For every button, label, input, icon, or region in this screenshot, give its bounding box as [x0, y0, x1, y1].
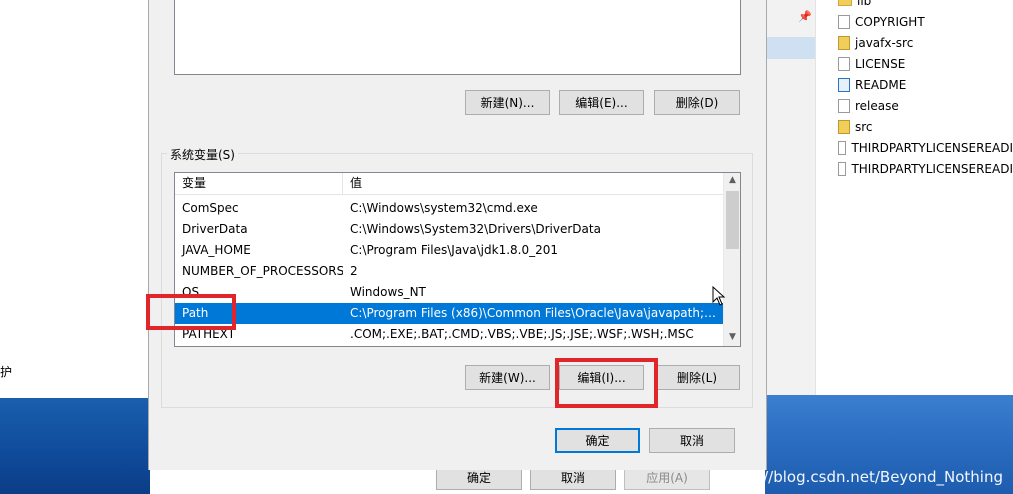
- variable-value: 2: [350, 264, 358, 278]
- column-header-variable[interactable]: 变量: [175, 173, 343, 194]
- system-variables-list[interactable]: 变量 值 ComSpec C:\Windows\system32\cmd.exe…: [174, 172, 741, 347]
- variable-value: C:\Windows\system32\cmd.exe: [350, 201, 538, 215]
- edit-button-highlight-box: [555, 358, 658, 408]
- user-new-button[interactable]: 新建(N)...: [465, 90, 550, 115]
- file-icon: [838, 56, 850, 71]
- zip-icon: [838, 35, 850, 50]
- file-name: release: [855, 98, 899, 113]
- system-new-button[interactable]: 新建(W)...: [465, 365, 550, 390]
- table-row[interactable]: NUMBER_OF_PROCESSORS 2: [175, 261, 723, 282]
- file-item[interactable]: LICENSE: [838, 53, 1013, 74]
- file-item[interactable]: release: [838, 95, 1013, 116]
- variable-name: NUMBER_OF_PROCESSORS: [182, 264, 343, 278]
- system-delete-button[interactable]: 删除(L): [654, 365, 740, 390]
- mouse-pointer-icon: [712, 285, 726, 310]
- pin-icon[interactable]: 📌: [798, 10, 812, 23]
- file-name: lib: [857, 0, 872, 8]
- list-header: 变量 值: [175, 173, 723, 195]
- folder-icon: [838, 0, 852, 6]
- file-icon: [838, 140, 847, 155]
- background-text: 护: [0, 365, 13, 379]
- file-name: javafx-src: [855, 35, 914, 50]
- table-row[interactable]: ComSpec C:\Windows\system32\cmd.exe: [175, 198, 723, 219]
- variable-name: ComSpec: [182, 201, 239, 215]
- table-row[interactable]: JAVA_HOME C:\Program Files\Java\jdk1.8.0…: [175, 240, 723, 261]
- file-name: COPYRIGHT: [855, 14, 925, 29]
- background-window: [0, 0, 148, 398]
- variable-value: .COM;.EXE;.BAT;.CMD;.VBS;.VBE;.JS;.JSE;.…: [350, 327, 694, 341]
- user-edit-button[interactable]: 编辑(E)...: [559, 90, 644, 115]
- table-row-selected[interactable]: Path C:\Program Files (x86)\Common Files…: [175, 303, 723, 324]
- ok-button[interactable]: 确定: [555, 428, 640, 453]
- scroll-up-icon[interactable]: ▲: [724, 173, 740, 189]
- table-row[interactable]: PATHEXT .COM;.EXE;.BAT;.CMD;.VBS;.VBE;.J…: [175, 324, 723, 345]
- file-item[interactable]: src: [838, 116, 1013, 137]
- variable-name: JAVA_HOME: [182, 243, 251, 257]
- variable-value: C:\Program Files (x86)\Common Files\Orac…: [350, 306, 723, 320]
- variable-value: C:\Program Files\Java\jdk1.8.0_201: [350, 243, 559, 257]
- file-name: THIRDPARTYLICENSEREADI: [851, 140, 1013, 155]
- variable-value: Windows_NT: [350, 285, 426, 299]
- file-list: lib COPYRIGHT javafx-src LICENSE README …: [838, 0, 1013, 179]
- user-delete-button[interactable]: 删除(D): [654, 90, 740, 115]
- file-item[interactable]: THIRDPARTYLICENSEREADI: [838, 137, 1013, 158]
- environment-variables-dialog: 新建(N)... 编辑(E)... 删除(D) 系统变量(S) 变量 值 Com…: [148, 0, 767, 470]
- user-variables-list[interactable]: [174, 0, 741, 75]
- path-highlight-box: [146, 294, 236, 330]
- cancel-button[interactable]: 取消: [649, 428, 735, 453]
- explorer-nav-selected-item[interactable]: [765, 37, 815, 59]
- watermark-text: https://blog.csdn.net/Beyond_Nothing: [719, 468, 1003, 486]
- file-item[interactable]: README: [838, 74, 1013, 95]
- desktop-wallpaper: [0, 398, 150, 494]
- ie-file-icon: [838, 77, 850, 92]
- file-name: README: [855, 77, 907, 92]
- vertical-scrollbar[interactable]: ▲ ▼: [723, 173, 740, 346]
- table-row[interactable]: DriverData C:\Windows\System32\Drivers\D…: [175, 219, 723, 240]
- file-item[interactable]: lib: [838, 0, 1013, 11]
- column-header-value[interactable]: 值: [343, 173, 362, 194]
- file-name: LICENSE: [855, 56, 906, 71]
- variable-value: C:\Windows\System32\Drivers\DriverData: [350, 222, 601, 236]
- explorer-nav-pane: [765, 0, 816, 395]
- file-item[interactable]: COPYRIGHT: [838, 11, 1013, 32]
- file-icon: [838, 161, 847, 176]
- scrollbar-thumb[interactable]: [726, 191, 739, 249]
- scroll-down-icon[interactable]: ▼: [724, 330, 740, 346]
- file-icon: [838, 98, 850, 113]
- system-variables-label: 系统变量(S): [167, 146, 238, 163]
- variable-name: DriverData: [182, 222, 248, 236]
- file-icon: [838, 14, 850, 29]
- file-item[interactable]: javafx-src: [838, 32, 1013, 53]
- file-name: THIRDPARTYLICENSEREADI: [851, 161, 1013, 176]
- file-item[interactable]: THIRDPARTYLICENSEREADI: [838, 158, 1013, 179]
- table-row[interactable]: OS Windows_NT: [175, 282, 723, 303]
- file-name: src: [855, 119, 873, 134]
- zip-icon: [838, 119, 850, 134]
